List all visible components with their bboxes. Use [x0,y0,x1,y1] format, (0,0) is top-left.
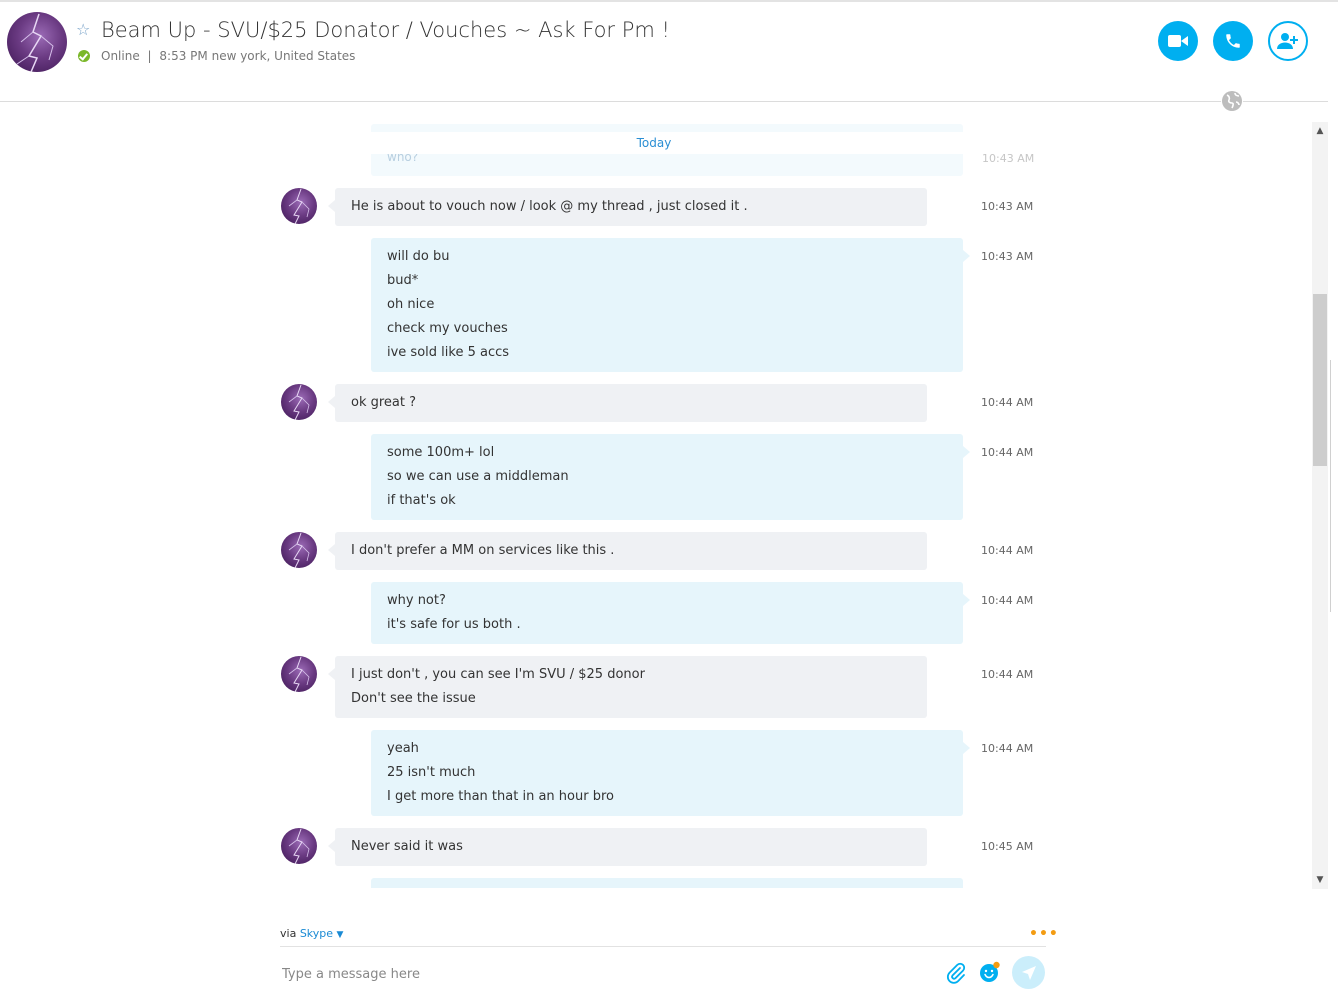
sender-avatar[interactable] [281,384,317,420]
message-timestamp: 10:44 AM [981,446,1034,459]
message-text: oh nice [387,297,435,312]
message-text: He is about to vouch now / look @ my thr… [351,199,748,214]
scrollbar-thumb[interactable] [1313,294,1327,466]
subtitle-separator: | [147,49,152,63]
message-timestamp: 10:43 AM [981,200,1034,213]
outgoing-message[interactable]: yeah 25 isn't much I get more than that in… [371,730,970,816]
send-arrow-icon [1021,965,1036,980]
online-status-icon [78,50,90,62]
presence-status: Online [101,49,140,63]
incoming-message[interactable]: I don't prefer a MM on services like thi… [328,532,927,570]
message-text: bud* [387,273,419,288]
message-text: ive sold like 5 accs [387,345,510,360]
message-text: if that's ok [387,493,456,508]
message-timestamp: 10:43 AM [981,250,1034,263]
message-timestamp: 10:44 AM [981,544,1034,557]
outgoing-message[interactable]: why not? it's safe for us both . [371,582,970,644]
emoticon-icon[interactable] [979,961,1001,983]
message-text: so we can use a middleman [387,469,569,484]
date-divider: Today [300,132,1008,154]
via-service-selector[interactable]: via Skype ▼ [280,927,343,940]
send-button[interactable] [1012,956,1045,989]
sender-avatar[interactable] [281,188,317,224]
conversation-title: Beam Up - SVU/$25 Donator / Vouches ~ As… [101,18,670,42]
incoming-message[interactable]: I just don't , you can see I'm SVU / $25… [328,656,927,718]
phone-icon [1226,34,1240,48]
contact-subtitle: Online | 8:53 PM new york, United States [101,49,355,63]
message-list[interactable]: who? 10:43 AM Today He is about to vouch… [0,102,1310,888]
outgoing-message[interactable]: some 100m+ lol so we can use a middleman i… [371,434,970,520]
incoming-message[interactable]: He is about to vouch now / look @ my thr… [328,188,927,226]
audio-call-button[interactable] [1213,21,1253,61]
message-text: will do bu [387,249,450,264]
scroll-up-arrow-icon[interactable]: ▲ [1313,124,1327,138]
message-timestamp: 10:45 AM [981,840,1034,853]
video-camera-icon [1168,35,1188,47]
message-text: I get more than that in an hour bro [387,789,614,804]
message-timestamp: 10:44 AM [981,396,1034,409]
sender-avatar[interactable] [281,532,317,568]
favorite-star-icon[interactable]: ☆ [76,22,92,38]
sender-avatar[interactable] [281,828,317,864]
outgoing-message[interactable]: ik [371,878,963,888]
message-text: 25 isn't much [387,765,476,780]
message-timestamp: 10:44 AM [981,742,1034,755]
message-text: ik [387,885,947,888]
message-input[interactable] [280,958,934,990]
local-time: 8:53 PM new york, United States [159,49,356,63]
message-timestamp: 10:44 AM [981,668,1034,681]
message-text: check my vouches [387,321,508,336]
message-text: ok great ? [351,395,417,410]
message-text: it's safe for us both . [387,617,521,632]
more-options-icon[interactable]: ••• [1029,926,1059,942]
video-call-button[interactable] [1158,21,1198,61]
add-person-icon [1277,33,1298,49]
via-service-link[interactable]: Skype [300,927,333,940]
outgoing-message[interactable]: will do bu bud* oh nice check my vouches ive… [371,238,970,372]
compose-divider [280,946,1046,947]
message-text: why not? [387,593,446,608]
via-label: via [280,927,297,940]
contact-avatar[interactable] [7,12,67,72]
lightning-image [16,13,54,72]
message-text: I just don't , you can see I'm SVU / $25… [351,667,645,682]
message-text: Don't see the issue [351,691,476,706]
sender-avatar[interactable] [281,656,317,692]
message-text: Never said it was [351,839,463,854]
incoming-message[interactable]: ok great ? [328,384,927,422]
message-text: I don't prefer a MM on services like thi… [351,543,615,558]
scroll-down-arrow-icon[interactable]: ▼ [1313,873,1327,887]
message-text: some 100m+ lol [387,445,495,460]
conversation-header: ☆ Beam Up - SVU/$25 Donator / Vouches ~ … [0,0,1328,102]
message-timestamp: 10:44 AM [981,594,1034,607]
incoming-message[interactable]: Never said it was [328,828,927,866]
window-edge [1330,360,1338,612]
scrollbar-track[interactable] [1312,122,1328,889]
paperclip-icon[interactable] [946,962,966,984]
add-people-button[interactable] [1268,21,1308,61]
chevron-down-icon[interactable]: ▼ [337,930,344,940]
message-text: yeah [387,741,419,756]
